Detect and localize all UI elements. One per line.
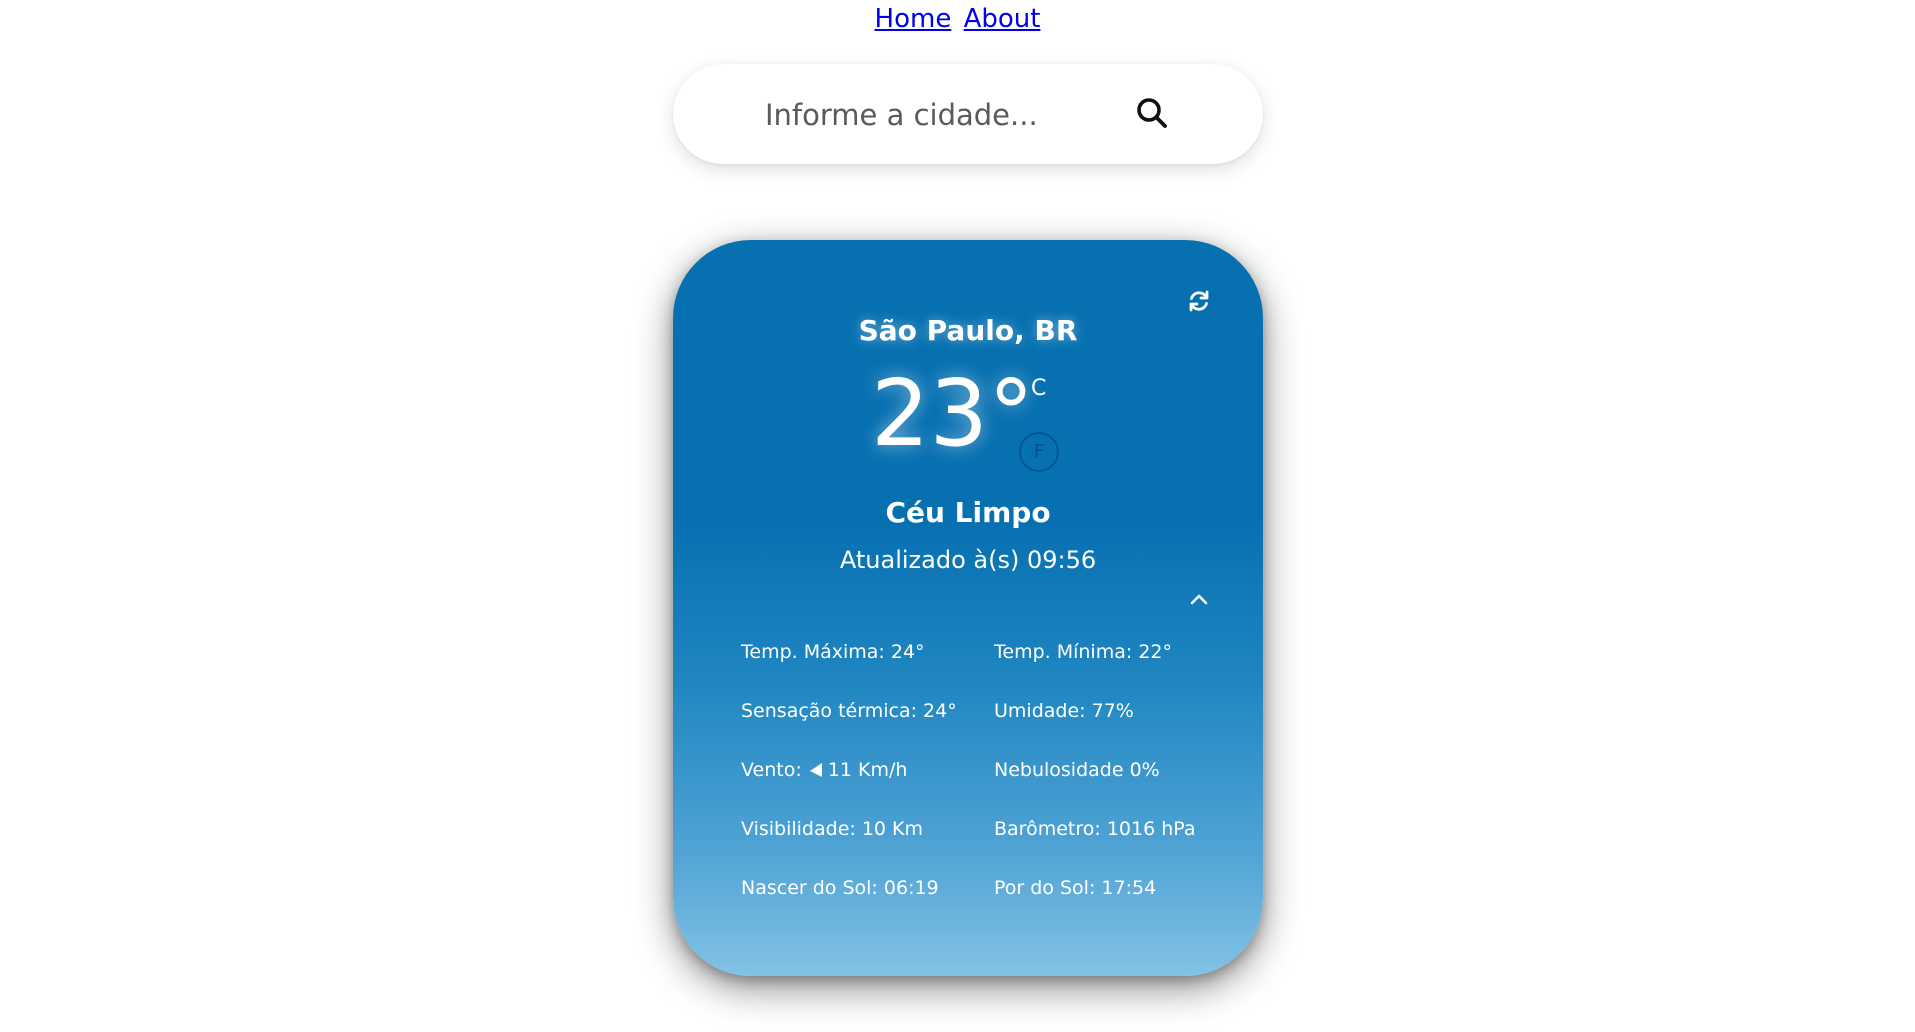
city-search-input[interactable] [763, 90, 1097, 140]
feels-like-value: 24° [923, 699, 957, 722]
cloudiness-label: Nebulosidade [994, 758, 1124, 781]
feels-like-label: Sensação térmica: [741, 699, 917, 722]
weather-card: São Paulo, BR 23° C F Céu Limpo Atualiza… [673, 240, 1263, 976]
humidity-value: 77% [1091, 699, 1134, 722]
details-row: Visibilidade: 10 Km Barômetro: 1016 hPa [741, 799, 1221, 858]
sunset: Por do Sol: 17:54 [994, 877, 1156, 899]
visibility: Visibilidade: 10 Km [741, 818, 994, 840]
temp-min-value: 22° [1138, 640, 1172, 663]
top-nav: Home About [0, 3, 1915, 35]
humidity: Umidade: 77% [994, 700, 1134, 722]
cloudiness-value: 0% [1129, 758, 1160, 781]
temp-min-label: Temp. Mínima: [994, 640, 1133, 663]
nav-link-home[interactable]: Home [875, 4, 952, 34]
temp-max-value: 24° [890, 640, 925, 663]
refresh-icon[interactable] [1186, 288, 1212, 314]
weather-description: Céu Limpo [885, 496, 1051, 529]
updated-time: Atualizado à(s) 09:56 [839, 546, 1097, 574]
visibility-label: Visibilidade: [741, 817, 856, 840]
nav-link-about[interactable]: About [964, 4, 1041, 34]
pressure-label: Barômetro: [994, 817, 1101, 840]
temp-max-label: Temp. Máxima: [741, 640, 885, 663]
details-row: Nascer do Sol: 06:19 Por do Sol: 17:54 [741, 858, 1221, 917]
sunrise: Nascer do Sol: 06:19 [741, 877, 994, 899]
search-icon[interactable] [1131, 92, 1175, 136]
city-name: São Paulo, BR [858, 314, 1078, 347]
temperature-value: 23° [871, 360, 1035, 467]
pressure: Barômetro: 1016 hPa [994, 818, 1196, 840]
search-bar [673, 64, 1263, 164]
wind: Vento: 11 Km/h [741, 759, 994, 781]
details-row: Temp. Máxima: 24° Temp. Mínima: 22° [741, 622, 1221, 681]
details-row: Vento: 11 Km/h Nebulosidade 0% [741, 740, 1221, 799]
details-row: Sensação térmica: 24° Umidade: 77% [741, 681, 1221, 740]
sunrise-value: 06:19 [883, 876, 939, 899]
pressure-value: 1016 hPa [1106, 817, 1196, 840]
wind-value: 11 Km/h [827, 758, 908, 781]
cloudiness: Nebulosidade 0% [994, 759, 1160, 781]
weather-details: Temp. Máxima: 24° Temp. Mínima: 22° Sens… [741, 622, 1221, 917]
unit-celsius-toggle[interactable]: C [1031, 376, 1046, 401]
visibility-value: 10 Km [861, 817, 924, 840]
feels-like: Sensação térmica: 24° [741, 700, 994, 722]
wind-label: Vento: [741, 758, 802, 781]
humidity-label: Umidade: [994, 699, 1086, 722]
temp-max: Temp. Máxima: 24° [741, 641, 994, 663]
sunset-label: Por do Sol: [994, 876, 1096, 899]
sunrise-label: Nascer do Sol: [741, 876, 878, 899]
temp-min: Temp. Mínima: 22° [994, 641, 1172, 663]
unit-fahrenheit-toggle[interactable]: F [1019, 432, 1059, 472]
wind-direction-icon [809, 762, 822, 777]
sunset-value: 17:54 [1101, 876, 1157, 899]
chevron-up-icon[interactable] [1186, 586, 1212, 612]
